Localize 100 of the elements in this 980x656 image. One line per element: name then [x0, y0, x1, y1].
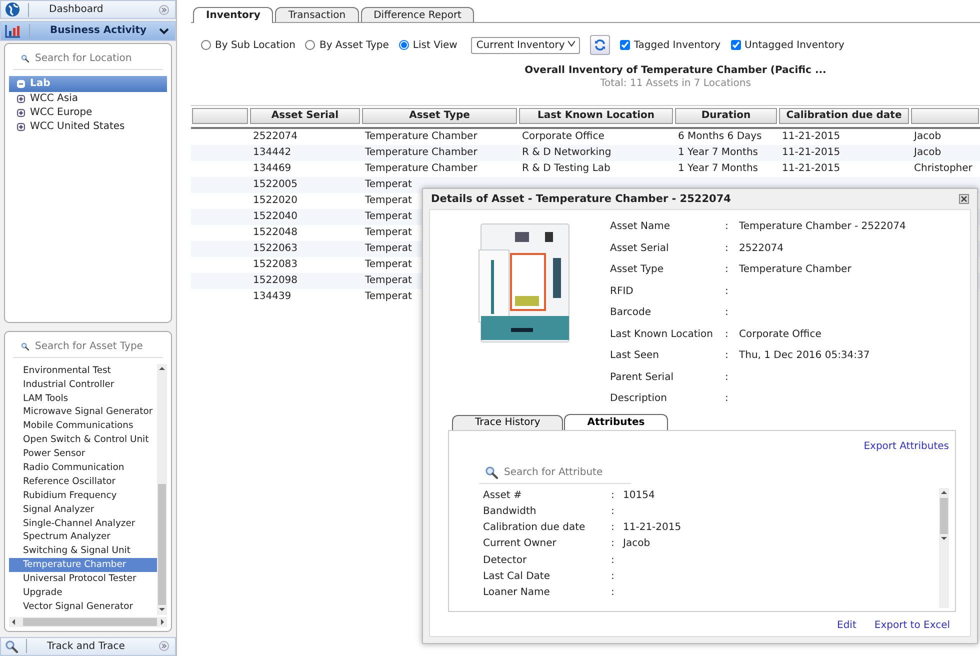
- vertical-scrollbar[interactable]: [939, 488, 949, 608]
- column-header[interactable]: [911, 108, 979, 124]
- collapse-icon[interactable]: [17, 80, 25, 88]
- list-item[interactable]: Radio Communication: [9, 460, 157, 475]
- scroll-up-icon[interactable]: [159, 367, 165, 370]
- table-cell-text: 134442: [253, 146, 292, 160]
- attribute-value: 10154: [623, 488, 656, 502]
- table-cell-text: 11-21-2015: [782, 146, 840, 160]
- field-label: Last Known Location: [610, 328, 714, 342]
- table-cell-text: 2522074: [253, 130, 298, 144]
- action-link[interactable]: Edit: [837, 620, 856, 630]
- radio-option[interactable]: List View: [398, 40, 458, 50]
- vertical-scrollbar[interactable]: [157, 364, 167, 615]
- table-cell-text: 1522020: [253, 194, 298, 208]
- dialog-title: Details of Asset - Temperature Chamber - 2522074: [431, 193, 731, 205]
- nav-item[interactable]: Track and Trace: [0, 636, 176, 656]
- refresh-button[interactable]: [590, 35, 610, 55]
- colon: :: [611, 488, 616, 502]
- table-cell-text: Temperature Chamber: [365, 162, 478, 176]
- column-header[interactable]: Asset Serial: [250, 108, 360, 124]
- list-item[interactable]: Mobile Communications: [9, 419, 157, 434]
- attribute-label: Asset #: [483, 488, 523, 502]
- scroll-thumb[interactable]: [158, 484, 166, 605]
- colon: :: [725, 220, 730, 234]
- tab[interactable]: Transaction: [275, 7, 359, 22]
- radio-button[interactable]: [398, 40, 409, 50]
- tab[interactable]: Difference Report: [360, 7, 474, 22]
- column-header[interactable]: [192, 108, 248, 124]
- expand-icon[interactable]: [17, 108, 25, 117]
- table-cell-text: 6 Months 6 Days: [678, 130, 762, 144]
- checkbox-option[interactable]: Untagged Inventory: [730, 40, 844, 50]
- list-item[interactable]: Upgrade: [9, 586, 157, 600]
- checkbox[interactable]: [730, 40, 741, 50]
- field-value: Temperature Chamber: [739, 263, 852, 277]
- table-cell-text: 1522040: [253, 210, 298, 224]
- scroll-down-icon[interactable]: [159, 608, 165, 612]
- tab[interactable]: Trace History: [452, 414, 564, 430]
- attribute-value: Jacob: [623, 537, 652, 552]
- tab[interactable]: Attributes: [564, 414, 668, 430]
- list-item[interactable]: Reference Oscillator: [9, 474, 157, 489]
- list-item[interactable]: Switching & Signal Unit: [9, 544, 157, 558]
- tab[interactable]: Inventory: [193, 7, 274, 23]
- table-cell-text: Jacob: [914, 146, 942, 160]
- double-chevron-icon: [159, 4, 169, 15]
- scroll-right-icon[interactable]: [161, 618, 164, 625]
- attribute-label: Bandwidth: [483, 504, 538, 519]
- close-button[interactable]: [959, 194, 969, 204]
- field-value: 2522074: [739, 242, 785, 256]
- list-item[interactable]: Rubidium Frequency: [9, 488, 157, 503]
- list-item[interactable]: Power Sensor: [9, 447, 157, 461]
- list-item[interactable]: Signal Analyzer: [9, 502, 157, 517]
- list-item[interactable]: Environmental Test: [9, 364, 157, 378]
- column-header[interactable]: Asset Type: [362, 108, 517, 124]
- tree-item[interactable]: WCC Europe: [9, 106, 167, 120]
- radio-button[interactable]: [201, 40, 211, 50]
- list-item[interactable]: Open Switch & Control Unit: [9, 433, 157, 448]
- tree-item[interactable]: WCC United States: [9, 120, 167, 134]
- list-item[interactable]: Spectrum Analyzer: [9, 530, 157, 544]
- attribute-label: Loaner Name: [483, 586, 551, 600]
- list-item[interactable]: Single-Channel Analyzer: [9, 516, 157, 530]
- attribute-label: Detector: [483, 554, 528, 568]
- list-item[interactable]: Microwave Signal Generator: [9, 405, 157, 420]
- checkbox-option[interactable]: Tagged Inventory: [620, 40, 721, 50]
- table-cell-text: Corporate Office: [522, 130, 604, 144]
- nav-item[interactable]: Business Activity: [0, 21, 176, 41]
- inventory-dropdown[interactable]: Current Inventory: [471, 36, 580, 54]
- export-link[interactable]: Export Attributes: [864, 440, 949, 452]
- list-item[interactable]: Industrial Controller: [9, 378, 157, 392]
- list-item[interactable]: Vector Signal Generator: [9, 600, 157, 614]
- scroll-down-icon[interactable]: [941, 537, 947, 540]
- field-label: Asset Serial: [610, 242, 670, 256]
- field-label: Barcode: [610, 306, 652, 320]
- radio-option[interactable]: By Asset Type: [305, 40, 389, 50]
- expand-icon[interactable]: [17, 122, 25, 131]
- colon: :: [611, 504, 616, 519]
- expand-icon[interactable]: [17, 94, 25, 103]
- scroll-thumb[interactable]: [940, 498, 948, 534]
- search-icon: [485, 466, 498, 478]
- table-cell-text: R & D Testing Lab: [522, 162, 610, 176]
- column-header[interactable]: Last Known Location: [519, 108, 673, 124]
- horizontal-scrollbar[interactable]: [9, 616, 167, 627]
- checkbox[interactable]: [620, 40, 630, 50]
- colon: :: [725, 284, 730, 298]
- radio-button[interactable]: [305, 40, 316, 50]
- radio-option[interactable]: By Sub Location: [201, 40, 296, 50]
- nav-item[interactable]: Dashboard: [0, 0, 176, 20]
- column-header[interactable]: Calibration due date: [779, 108, 909, 124]
- table-cell-text: Temperature Chamber: [365, 130, 478, 144]
- field-label: Description: [610, 392, 668, 406]
- action-link[interactable]: Export to Excel: [874, 620, 950, 630]
- list-item[interactable]: LAM Tools: [9, 392, 157, 406]
- list-item[interactable]: Universal Protocol Tester: [9, 572, 157, 586]
- colon: :: [611, 537, 616, 552]
- column-header[interactable]: Duration: [675, 108, 777, 124]
- tree-item[interactable]: WCC Asia: [9, 92, 167, 106]
- scroll-left-icon[interactable]: [12, 618, 15, 625]
- table-cell-text: Temperat: [365, 178, 412, 192]
- table-cell-text: Temperat: [365, 194, 412, 208]
- scroll-up-icon[interactable]: [941, 491, 947, 494]
- list-item[interactable]: Temperature Chamber: [9, 558, 157, 572]
